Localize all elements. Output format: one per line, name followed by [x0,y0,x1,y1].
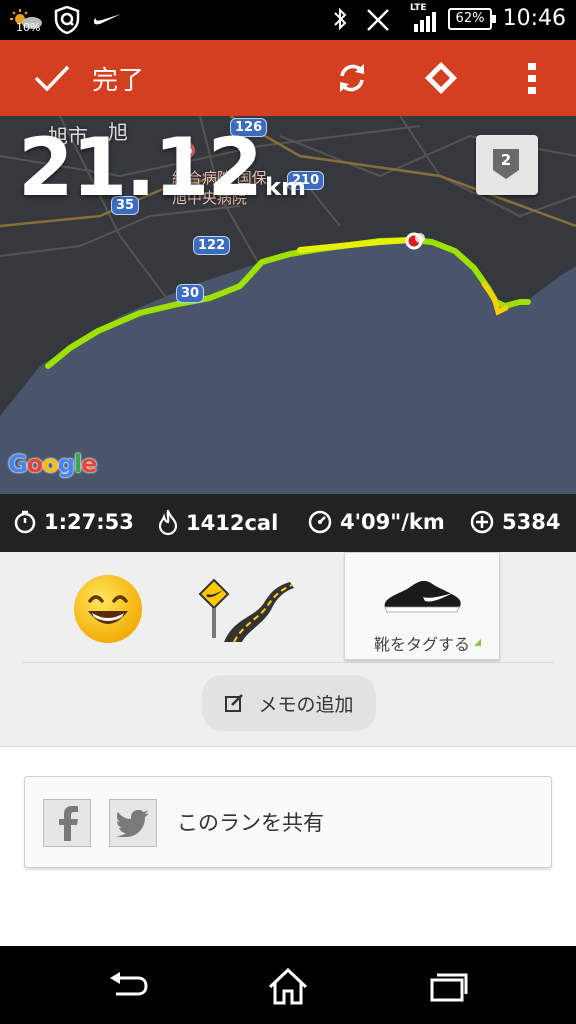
share-run-button[interactable]: このランを共有 [24,776,552,868]
end-marker [415,233,425,243]
battery-icon: 62% [448,8,496,30]
check-icon [34,65,70,92]
mile-marker-toggle[interactable]: 2 [476,135,538,195]
distance-display: 21.12 km [18,128,306,208]
status-bar: 10% LTE 62% 10:46 [0,0,576,40]
shoe-icon [384,580,461,613]
divider [22,662,554,663]
speedometer-icon [308,510,332,534]
duration-value: 1:27:53 [44,510,134,534]
battery-level: 62% [455,11,485,26]
diamond-button[interactable] [421,58,461,98]
flame-icon [158,510,178,536]
dropdown-corner-icon [474,639,481,646]
distance-value: 21.12 [18,121,263,214]
app-bar: 完了 [0,40,576,116]
add-memo-button[interactable]: メモの追加 [202,675,376,731]
fuel-value: 5384 [502,510,561,534]
add-memo-label: メモの追加 [258,693,354,716]
marker-number: 2 [500,151,512,169]
vpn-shield-icon [54,6,80,34]
weather-percent: 10% [16,21,41,34]
distance-unit: km [265,173,307,201]
back-icon [110,972,148,996]
share-run-label: このランを共有 [177,811,324,835]
diamond-icon [425,62,457,94]
sync-button[interactable] [332,58,372,98]
nikefuel-icon [470,510,494,534]
terrain-road-icon[interactable] [194,578,294,642]
stats-bar: 1:27:53 1412cal 4'09"/km 5384 [0,494,576,552]
done-button[interactable]: 完了 [34,58,144,98]
back-button[interactable] [106,966,150,1006]
mood-smile-icon[interactable] [72,573,144,645]
system-nav-bar [0,946,576,1024]
recents-button[interactable] [426,966,470,1006]
stat-fuel: 5384 [470,510,560,534]
route-badge-30: 30 [176,284,205,303]
clock: 10:46 [502,6,566,31]
google-logo: Google [8,450,97,478]
route-badge-122: 122 [193,236,231,255]
twitter-icon [109,799,157,847]
home-icon [268,967,308,1005]
overflow-menu-button[interactable] [512,58,552,98]
edit-note-icon [225,694,244,712]
nike-swoosh-icon [93,14,121,25]
pace-value: 4'09"/km [340,510,445,534]
calories-value: 1412cal [186,511,279,535]
marker-pin-icon: 2 [493,149,519,179]
stat-pace: 4'09"/km [308,510,445,534]
facebook-icon [43,799,91,847]
tag-shoe-button[interactable]: 靴をタグする [344,552,500,660]
stopwatch-icon [14,510,36,534]
recents-icon [430,973,468,1002]
overflow-menu-icon [528,63,536,94]
sync-icon [340,64,364,92]
done-label: 完了 [92,65,145,96]
bluetooth-icon [334,7,347,31]
stat-calories: 1412cal [158,510,278,536]
home-button[interactable] [266,966,310,1006]
signal-icon [414,12,436,32]
stat-duration: 1:27:53 [14,510,134,534]
no-signal-icon [367,9,389,31]
